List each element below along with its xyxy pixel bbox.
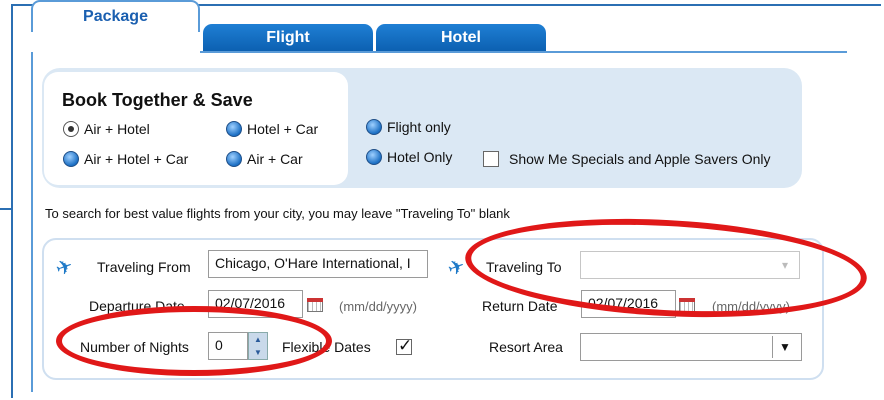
option-air-hotel[interactable]: Air + Hotel: [63, 121, 150, 137]
option-hotel-only[interactable]: Hotel Only: [366, 149, 452, 165]
helper-text: To search for best value flights from yo…: [45, 206, 510, 221]
option-label: Hotel + Car: [247, 121, 319, 137]
departure-calendar-icon[interactable]: [307, 298, 323, 312]
traveling-from-input[interactable]: Chicago, O'Hare International, I: [208, 250, 428, 278]
option-air-car[interactable]: Air + Car: [226, 151, 303, 167]
radio-air-car[interactable]: [226, 151, 242, 167]
radio-hotel-only[interactable]: [366, 149, 382, 165]
resort-dropdown-icon[interactable]: ▼: [779, 340, 791, 354]
tab-package[interactable]: Package: [31, 0, 200, 32]
resort-area-select[interactable]: [580, 333, 802, 361]
specials-checkbox[interactable]: [483, 151, 499, 167]
specials-label: Show Me Specials and Apple Savers Only: [509, 151, 771, 167]
specials-option[interactable]: Show Me Specials and Apple Savers Only: [483, 151, 770, 167]
option-hotel-car[interactable]: Hotel + Car: [226, 121, 318, 137]
option-label: Air + Hotel: [84, 121, 150, 137]
resort-select-divider: [772, 336, 773, 358]
resort-area-label: Resort Area: [489, 339, 563, 355]
radio-hotel-car[interactable]: [226, 121, 242, 137]
flexible-dates-checkbox[interactable]: [396, 336, 412, 356]
booking-heading: Book Together & Save: [62, 90, 253, 110]
radio-air-hotel[interactable]: [63, 121, 79, 137]
option-air-hotel-car[interactable]: Air + Hotel + Car: [63, 151, 188, 167]
traveling-from-label: Traveling From: [97, 259, 191, 275]
option-flight-only[interactable]: Flight only: [366, 119, 451, 135]
option-label: Hotel Only: [387, 149, 453, 165]
option-label: Air + Car: [247, 151, 303, 167]
radio-flight-only[interactable]: [366, 119, 382, 135]
frame-tick: [0, 208, 13, 210]
departure-date-hint: (mm/dd/yyyy): [339, 299, 417, 314]
option-label: Air + Hotel + Car: [84, 151, 189, 167]
tab-hotel[interactable]: Hotel: [376, 24, 546, 52]
tab-flight[interactable]: Flight: [203, 24, 373, 52]
option-label: Flight only: [387, 119, 451, 135]
radio-air-hotel-car[interactable]: [63, 151, 79, 167]
highlight-nights: [56, 306, 332, 376]
